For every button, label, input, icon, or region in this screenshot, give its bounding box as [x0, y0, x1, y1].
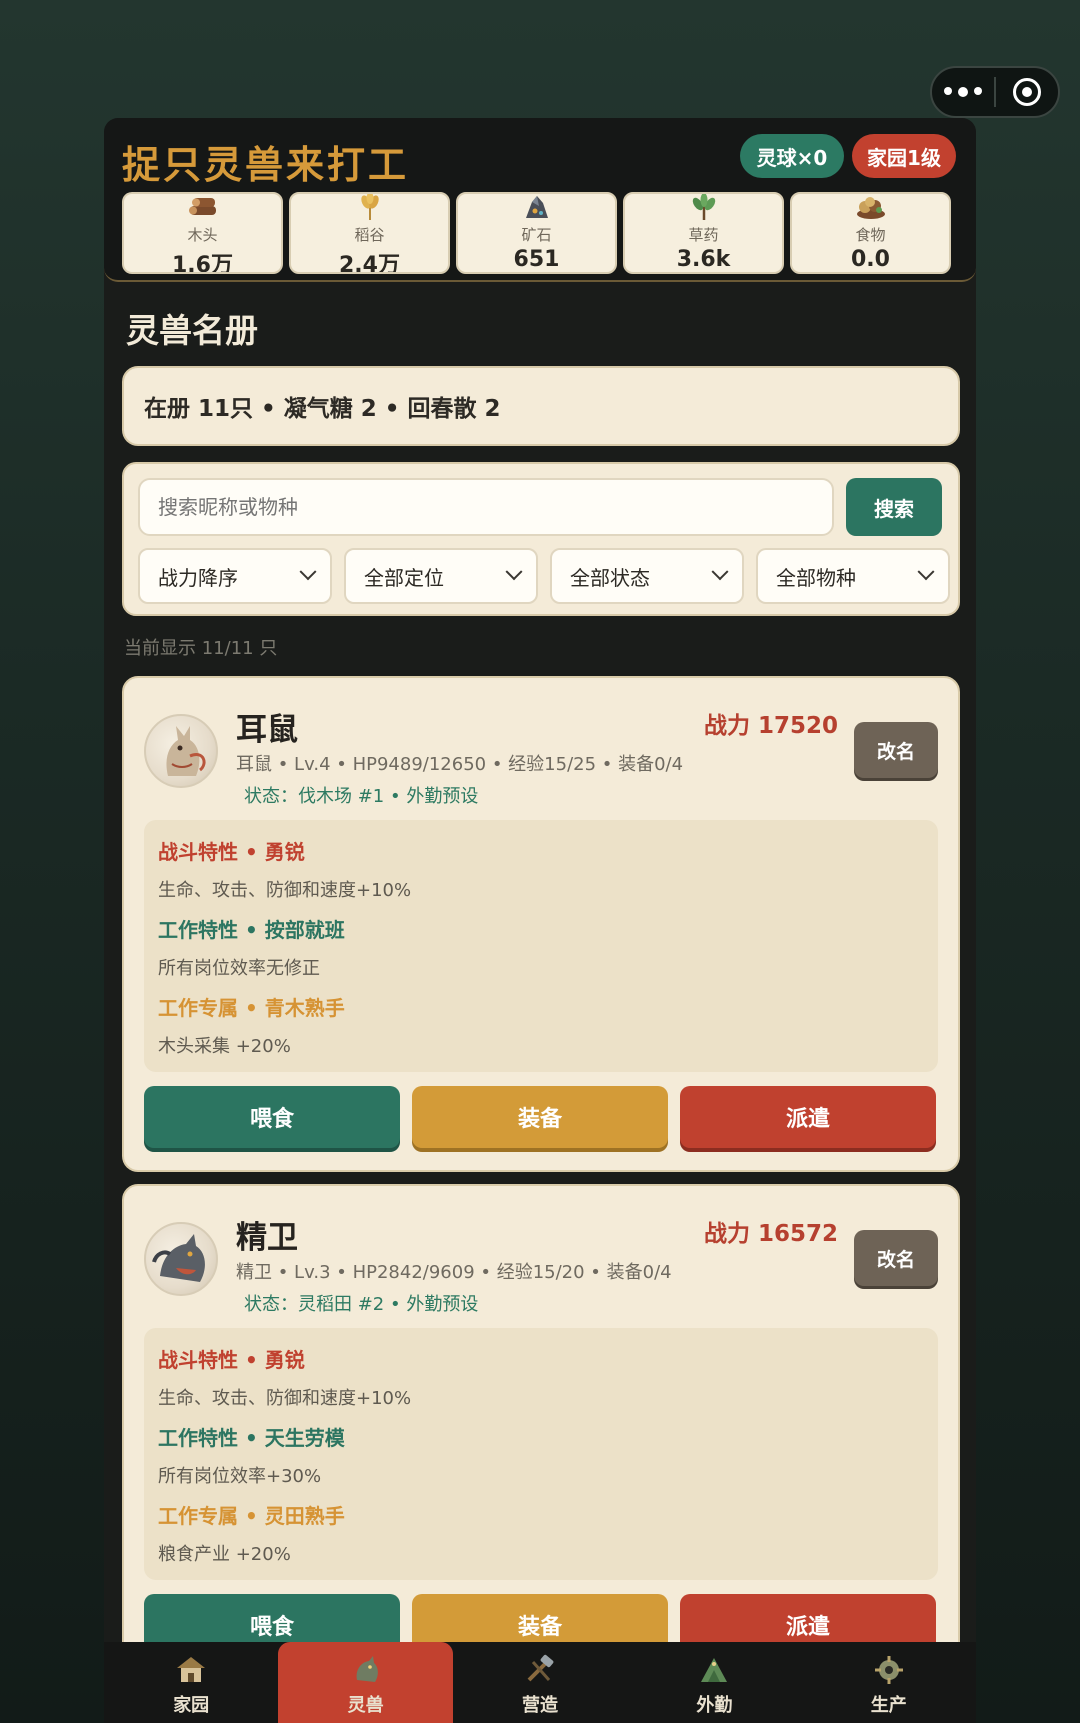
resource-name: 木头 [187, 226, 218, 244]
page-title: 灵兽名册 [126, 311, 258, 350]
more-menu-icon[interactable] [932, 87, 994, 97]
resource-ore: 矿石 651 [456, 192, 617, 274]
build-icon [523, 1653, 557, 1687]
ore-icon [522, 194, 552, 222]
role-select[interactable]: 全部定位 [344, 548, 538, 604]
filter-selects: 战力降序 全部定位 全部状态 全部物种 [138, 548, 950, 604]
exclusive-trait-title: 工作专属 • 青木熟手 [158, 995, 345, 1020]
result-count: 当前显示 11/11 只 [124, 638, 278, 659]
app-title: 捉只灵兽来打工 [122, 142, 410, 187]
wood-icon [186, 194, 220, 222]
resource-rice: 稻谷 2.4万 [289, 192, 450, 274]
sort-select-value: 战力降序 [158, 565, 238, 590]
nav-item-build[interactable]: 营造 [453, 1642, 627, 1723]
resource-name: 草药 [688, 226, 719, 244]
exclusive-trait-desc: 粮食产业 +20% [158, 1544, 291, 1565]
filter-panel: 搜索 战力降序 全部定位 全部状态 全部物种 [122, 462, 960, 616]
chevron-down-icon [917, 563, 935, 581]
card-actions: 喂食 装备 派遣 [144, 1086, 936, 1148]
chevron-down-icon [505, 563, 523, 581]
nav-label: 外勤 [696, 1695, 733, 1716]
battle-trait-title: 战斗特性 • 勇锐 [158, 839, 305, 864]
spirit-ball-badge[interactable]: 灵球×0 [740, 134, 844, 178]
dispatch-button[interactable]: 派遣 [680, 1086, 936, 1148]
chevron-down-icon [711, 563, 729, 581]
resource-herb: 草药 3.6k [623, 192, 784, 274]
rename-button[interactable]: 改名 [854, 1230, 938, 1286]
herb-icon [689, 194, 719, 222]
species-select-value: 全部物种 [776, 565, 856, 590]
traits-panel: 战斗特性 • 勇锐 生命、攻击、防御和速度+10% 工作特性 • 按部就班 所有… [144, 820, 938, 1072]
resource-value: 1.6万 [172, 253, 233, 274]
resource-bar: 木头 1.6万 稻谷 2.4万 矿石 651 草药 3.6k 食物 0.0 [122, 192, 951, 274]
feed-button[interactable]: 喂食 [144, 1086, 400, 1148]
status-select-value: 全部状态 [570, 565, 650, 590]
beast-stats: 耳鼠 • Lv.4 • HP9489/12650 • 经验15/25 • 装备0… [236, 754, 684, 775]
exclusive-trait-desc: 木头采集 +20% [158, 1036, 291, 1057]
nav-item-field[interactable]: 外勤 [627, 1642, 801, 1723]
nav-label: 家园 [173, 1695, 210, 1716]
resource-name: 矿石 [521, 226, 552, 244]
resource-wood: 木头 1.6万 [122, 192, 283, 274]
nav-item-beasts[interactable]: 灵兽 [278, 1642, 453, 1723]
resource-value: 3.6k [676, 247, 731, 272]
nav-label: 灵兽 [347, 1695, 384, 1716]
search-input[interactable] [138, 478, 834, 536]
beast-name: 精卫 [236, 1220, 298, 1256]
equip-button[interactable]: 装备 [412, 1086, 668, 1148]
work-trait-desc: 所有岗位效率无修正 [158, 958, 320, 979]
home-level-badge[interactable]: 家园1级 [852, 134, 956, 178]
food-icon [854, 194, 888, 222]
work-trait-desc: 所有岗位效率+30% [158, 1466, 322, 1487]
beast-status: 状态：灵稻田 #2 • 外勤预设 [244, 1294, 479, 1315]
beast-card: 耳鼠 战力 17520 改名 耳鼠 • Lv.4 • HP9489/12650 … [122, 676, 960, 1172]
work-trait-title: 工作特性 • 天生劳模 [158, 1425, 345, 1450]
home-icon [174, 1653, 208, 1687]
resource-value: 2.4万 [339, 253, 400, 274]
bottom-nav: 家园 灵兽 营造 外勤 生产 [104, 1642, 976, 1723]
beast-status: 状态：伐木场 #1 • 外勤预设 [244, 786, 479, 807]
chevron-down-icon [299, 563, 317, 581]
battle-trait-title: 战斗特性 • 勇锐 [158, 1347, 305, 1372]
nav-item-home[interactable]: 家园 [104, 1642, 278, 1723]
battle-trait-desc: 生命、攻击、防御和速度+10% [158, 1388, 412, 1409]
rename-button[interactable]: 改名 [854, 722, 938, 778]
traits-panel: 战斗特性 • 勇锐 生命、攻击、防御和速度+10% 工作特性 • 天生劳模 所有… [144, 1328, 938, 1580]
mini-program-capsule [930, 66, 1060, 118]
nav-item-production[interactable]: 生产 [802, 1642, 976, 1723]
nav-label: 营造 [521, 1695, 558, 1716]
resource-name: 稻谷 [354, 226, 385, 244]
resource-value: 651 [513, 247, 560, 272]
beast-card: 精卫 战力 16572 改名 精卫 • Lv.3 • HP2842/9609 •… [122, 1184, 960, 1680]
beast-avatar [144, 1222, 218, 1296]
status-select[interactable]: 全部状态 [550, 548, 744, 604]
field-icon [697, 1653, 731, 1687]
beast-stats: 精卫 • Lv.3 • HP2842/9609 • 经验15/20 • 装备0/… [236, 1262, 672, 1283]
beast-power: 战力 17520 [703, 713, 838, 739]
production-icon [872, 1653, 906, 1687]
role-select-value: 全部定位 [364, 565, 444, 590]
header: 捉只灵兽来打工 灵球×0 家园1级 木头 1.6万 稻谷 2.4万 矿石 651… [104, 118, 976, 282]
beast-avatar [144, 714, 218, 788]
work-trait-title: 工作特性 • 按部就班 [158, 917, 345, 942]
rice-icon [355, 194, 385, 222]
sort-select[interactable]: 战力降序 [138, 548, 332, 604]
beast-icon [349, 1653, 383, 1687]
exclusive-trait-title: 工作专属 • 灵田熟手 [158, 1503, 345, 1528]
search-button[interactable]: 搜索 [846, 478, 942, 536]
species-select[interactable]: 全部物种 [756, 548, 950, 604]
beast-power: 战力 16572 [703, 1221, 838, 1247]
beast-name: 耳鼠 [236, 712, 298, 748]
nav-label: 生产 [870, 1695, 907, 1716]
close-miniprogram-icon[interactable] [996, 78, 1058, 106]
app-frame: 捉只灵兽来打工 灵球×0 家园1级 木头 1.6万 稻谷 2.4万 矿石 651… [104, 118, 976, 1723]
resource-name: 食物 [855, 226, 886, 244]
battle-trait-desc: 生命、攻击、防御和速度+10% [158, 880, 412, 901]
resource-value: 0.0 [851, 247, 890, 272]
roster-summary: 在册 11只 • 凝气糖 2 • 回春散 2 [122, 366, 960, 446]
resource-food: 食物 0.0 [790, 192, 951, 274]
